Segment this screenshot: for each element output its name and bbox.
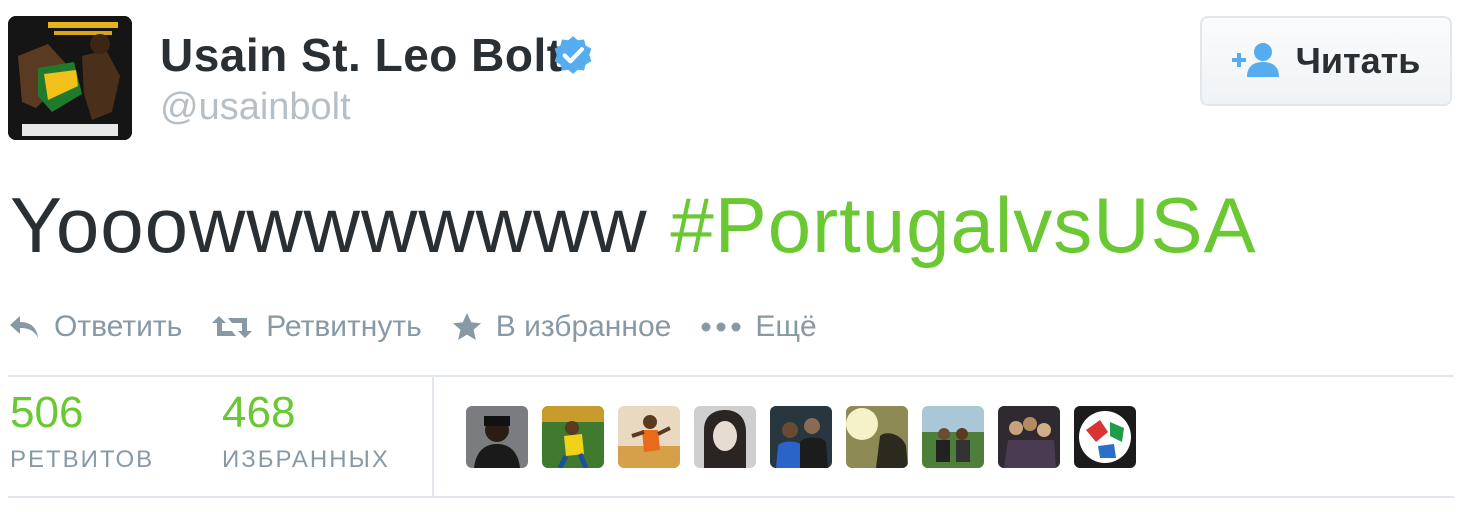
favoriter-avatar[interactable] (1074, 406, 1136, 468)
retweet-count[interactable]: 506 РЕТВИТОВ (10, 388, 154, 474)
more-action[interactable]: Ещё (701, 310, 817, 344)
favoriter-avatar[interactable] (694, 406, 756, 468)
favoriter-avatars (466, 406, 1136, 468)
tweet-text-body: Yooowwwwwwww (10, 181, 648, 269)
retweet-count-value: 506 (10, 388, 84, 437)
more-dots-icon (701, 322, 741, 332)
favoriter-avatar[interactable] (466, 406, 528, 468)
tweet-card: Usain St. Leo Bolt @usainbolt Читать Yoo… (0, 0, 1460, 512)
stats-vertical-divider (432, 377, 434, 496)
reply-action[interactable]: Ответить (8, 310, 182, 344)
retweet-label: Ретвитнуть (266, 310, 422, 343)
follow-user-plus-icon (1231, 43, 1279, 77)
favoriter-avatar[interactable] (618, 406, 680, 468)
stats-divider-bottom (8, 496, 1454, 498)
avatar-image (8, 16, 132, 140)
favorite-count-label: ИЗБРАННЫХ (222, 446, 390, 473)
favoriter-avatar[interactable] (922, 406, 984, 468)
favorite-count[interactable]: 468 ИЗБРАННЫХ (222, 388, 390, 474)
favoriter-avatar[interactable] (542, 406, 604, 468)
favorite-action[interactable]: В избранное (452, 310, 672, 344)
user-display-name[interactable]: Usain St. Leo Bolt (160, 28, 563, 82)
follow-button[interactable]: Читать (1200, 16, 1452, 106)
reply-label: Ответить (54, 310, 183, 343)
avatar[interactable] (8, 16, 132, 140)
stats-divider-top (8, 375, 1454, 377)
favoriter-avatar[interactable] (846, 406, 908, 468)
retweet-count-label: РЕТВИТОВ (10, 446, 155, 473)
reply-icon (10, 316, 38, 338)
hashtag-link[interactable]: #PortugalvsUSA (670, 181, 1256, 269)
tweet-text: Yooowwwwwwww #PortugalvsUSA (10, 180, 1257, 271)
favorite-label: В избранное (495, 310, 672, 343)
user-screen-name[interactable]: @usainbolt (160, 86, 351, 129)
verified-badge-icon (554, 36, 592, 74)
tweet-actions: Ответить Ретвитнуть В избранное Ещё (8, 304, 847, 350)
favorite-count-value: 468 (222, 388, 296, 437)
star-icon (452, 313, 481, 340)
follow-button-label: Читать (1295, 40, 1421, 81)
favoriter-avatar[interactable] (770, 406, 832, 468)
more-label: Ещё (755, 310, 817, 343)
favoriter-avatar[interactable] (998, 406, 1060, 468)
retweet-icon (212, 316, 253, 338)
retweet-action[interactable]: Ретвитнуть (212, 310, 422, 344)
